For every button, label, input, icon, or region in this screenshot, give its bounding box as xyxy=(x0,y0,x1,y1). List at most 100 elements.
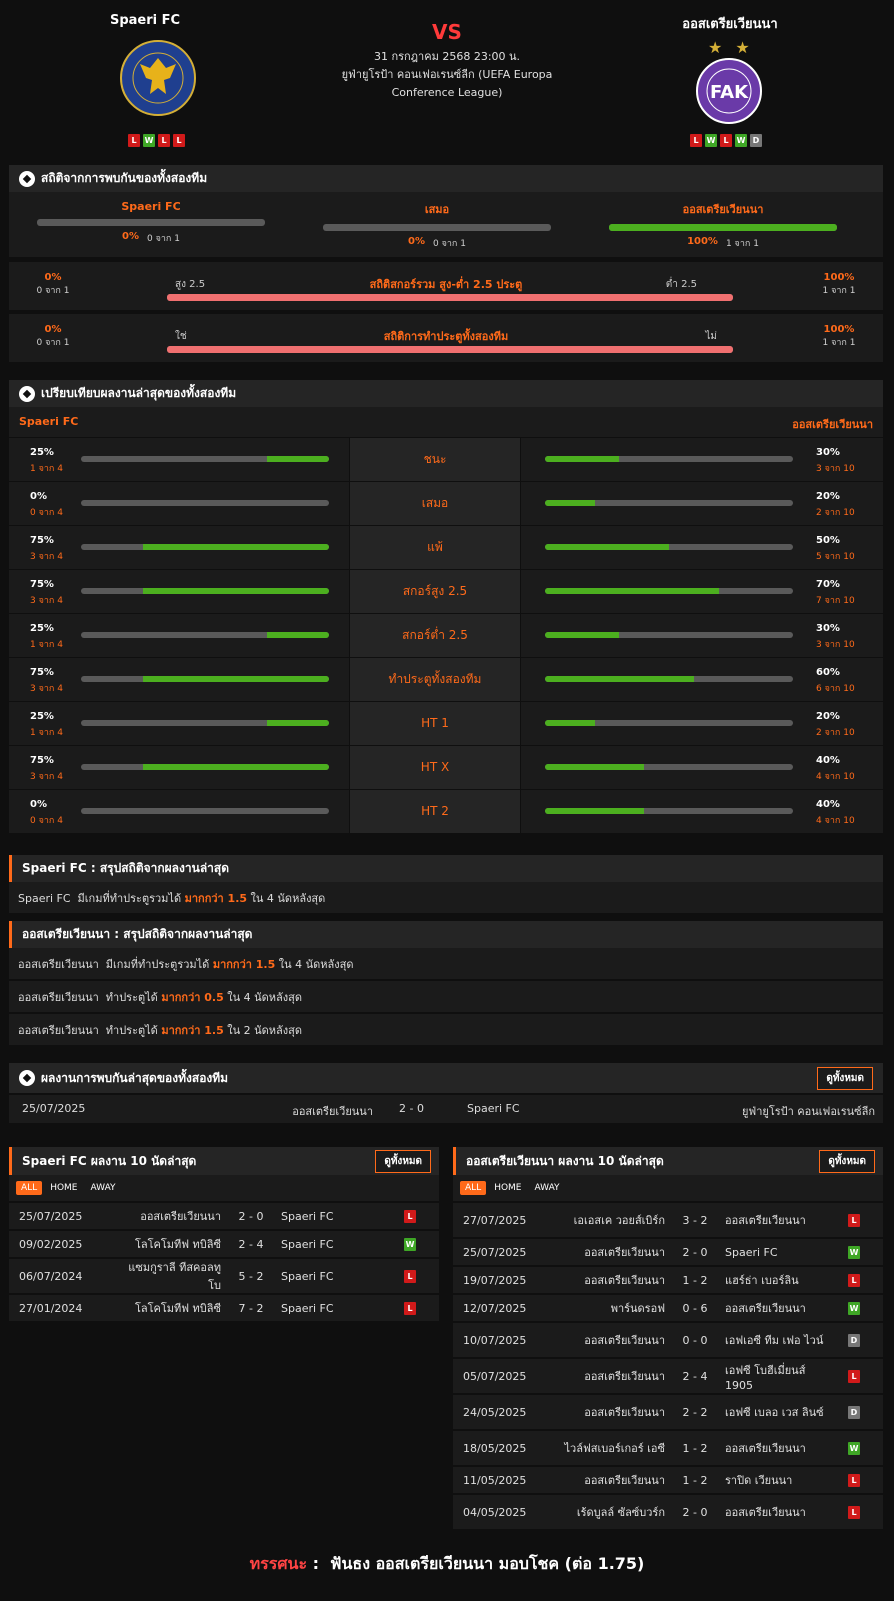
match-away-team[interactable]: Spaeri FC xyxy=(725,1246,835,1259)
match-competition[interactable]: ยูฟ่ายูโรป้า คอนเฟอเรนซ์ลีก (UEFA Europa… xyxy=(335,66,559,102)
compare-away-count: 4 จาก 10 xyxy=(816,816,855,826)
match-row[interactable]: 06/07/2024 แซมกูราลี ทีสคอลทูโบ 5 - 2 Spaer… xyxy=(9,1257,439,1293)
match-away-team[interactable]: Spaeri FC xyxy=(281,1270,391,1283)
compare-home-count: 3 จาก 4 xyxy=(30,596,63,606)
match-home-team[interactable]: เอเอสเค วอยส์เบิร์ก xyxy=(561,1211,665,1229)
match-home-team[interactable]: เร้ดบูลล์ ซัลซ์บวร์ก xyxy=(561,1503,665,1521)
away-team-logo[interactable]: FAK xyxy=(696,58,762,124)
match-date: 18/05/2025 xyxy=(463,1441,527,1455)
match-home-team[interactable]: ออสเตรียเวียนนา xyxy=(561,1471,665,1489)
h2h-away-count: 1 จาก 1 xyxy=(725,239,759,249)
compare-row: 0% 0 จาก 4 เสมอ 20% 2 จาก 10 xyxy=(9,481,883,525)
away-form-badges: LWLWD xyxy=(690,134,762,147)
summary-text-end: ใน 4 นัดหลังสุด xyxy=(223,990,303,1004)
match-row[interactable]: 09/02/2025 โลโคโมทีฟ ทบิลิซี 2 - 4 Spaeri F… xyxy=(9,1229,439,1257)
compare-away-bar-fill xyxy=(545,720,595,726)
home-summary-header: Spaeri FC : สรุปสถิติจากผลงานล่าสุด xyxy=(9,855,883,882)
match-row[interactable]: 27/01/2024 โลโคโมทีฟ ทบิลิซี 7 - 2 Spaeri F… xyxy=(9,1293,439,1321)
h2h-result-row[interactable]: 25/07/2025 ออสเตรียเวียนนา 2 - 0 Spaeri FC ย… xyxy=(9,1095,883,1123)
result-badge-l: L xyxy=(128,134,140,147)
match-row[interactable]: 27/07/2025 เอเอสเค วอยส์เบิร์ก 3 - 2 ออสเตร… xyxy=(453,1201,883,1237)
match-away-team[interactable]: Spaeri FC xyxy=(281,1238,391,1251)
match-away-team[interactable]: แฮร์ธ่า เบอร์ลิน xyxy=(725,1271,835,1289)
match-row[interactable]: 19/07/2025 ออสเตรียเวียนนา 1 - 2 แฮร์ธ่า เบ… xyxy=(453,1265,883,1293)
h2h-result-away[interactable]: Spaeri FC xyxy=(467,1102,520,1115)
match-away-team[interactable]: Spaeri FC xyxy=(281,1302,391,1315)
match-away-team[interactable]: เอฟซี โบฮีเมี่ยนส์ 1905 xyxy=(725,1361,835,1392)
tab-home[interactable]: HOME xyxy=(45,1181,82,1195)
match-home-team[interactable]: ออสเตรียเวียนนา xyxy=(561,1271,665,1289)
soccer-ball-icon xyxy=(19,385,35,402)
home-last10-header: Spaeri FC ผลงาน 10 นัดล่าสุด ดูทั้งหมด xyxy=(9,1147,439,1175)
match-home-team[interactable]: แซมกูราลี ทีสคอลทูโบ xyxy=(117,1258,221,1294)
match-score: 2 - 0 xyxy=(682,1245,708,1259)
compare-home-bar-fill xyxy=(143,764,329,770)
away-team-name[interactable]: ออสเตรียเวียนนา xyxy=(630,13,830,34)
match-row[interactable]: 24/05/2025 ออสเตรียเวียนนา 2 - 2 เอฟซี เบลอ… xyxy=(453,1393,883,1429)
compare-home-bar xyxy=(81,764,329,770)
compare-away-count: 7 จาก 10 xyxy=(816,596,855,606)
tab-all[interactable]: ALL xyxy=(460,1181,487,1195)
compare-home-bar xyxy=(81,632,329,638)
match-date: 05/07/2025 xyxy=(463,1369,527,1383)
match-home-team[interactable]: โลโคโมทีฟ ทบิลิซี xyxy=(117,1235,221,1253)
tab-home[interactable]: HOME xyxy=(489,1181,526,1195)
match-away-team[interactable]: ออสเตรียเวียนนา xyxy=(725,1503,835,1521)
btts-bar-fill xyxy=(167,346,733,353)
match-away-team[interactable]: ออสเตรียเวียนนา xyxy=(725,1439,835,1457)
compare-away-bar-fill xyxy=(545,808,645,814)
under-pct: 100% xyxy=(823,272,855,283)
match-row[interactable]: 10/07/2025 ออสเตรียเวียนนา 0 - 0 เอฟเอซี ที… xyxy=(453,1321,883,1357)
tab-away[interactable]: AWAY xyxy=(86,1181,121,1195)
h2h-stats-section: สถิติจากการพบกันของทั้งสองทีม Spaeri FC 0… xyxy=(9,165,883,257)
match-row[interactable]: 11/05/2025 ออสเตรียเวียนนา 1 - 2 ราปิด เวีย… xyxy=(453,1465,883,1493)
match-away-team[interactable]: เอฟซี เบลอ เวส ลินซ์ xyxy=(725,1403,835,1421)
match-date: 25/07/2025 xyxy=(463,1245,527,1259)
match-row[interactable]: 05/07/2025 ออสเตรียเวียนนา 2 - 4 เอฟซี โบฮี… xyxy=(453,1357,883,1393)
match-away-team[interactable]: ออสเตรียเวียนนา xyxy=(725,1211,835,1229)
match-home-team[interactable]: ออสเตรียเวียนนา xyxy=(561,1367,665,1385)
match-away-team[interactable]: Spaeri FC xyxy=(281,1210,391,1223)
match-row[interactable]: 25/07/2025 ออสเตรียเวียนนา 2 - 0 Spaeri FC W xyxy=(453,1237,883,1265)
compare-home-cell: 75% 3 จาก 4 xyxy=(9,658,349,701)
h2h-result-home[interactable]: ออสเตรียเวียนนา xyxy=(292,1102,373,1120)
home-last10-view-all-button[interactable]: ดูทั้งหมด xyxy=(375,1150,431,1173)
tab-away[interactable]: AWAY xyxy=(530,1181,565,1195)
h2h-col-home: Spaeri FC 0% 0 จาก 1 xyxy=(37,200,265,245)
match-away-team[interactable]: ออสเตรียเวียนนา xyxy=(725,1299,835,1317)
match-date: 10/07/2025 xyxy=(463,1333,527,1347)
compare-home-bar-fill xyxy=(143,676,329,682)
compare-home-bar xyxy=(81,588,329,594)
match-away-team[interactable]: เอฟเอซี ทีม เฟอ ไวน์ xyxy=(725,1331,835,1349)
over-under-section: 0% 0 จาก 1 สูง 2.5 สถิติสกอร์รวม สูง-ต่ำ… xyxy=(9,262,883,310)
compare-home-bar xyxy=(81,676,329,682)
match-row[interactable]: 04/05/2025 เร้ดบูลล์ ซัลซ์บวร์ก 2 - 0 ออสเต… xyxy=(453,1493,883,1529)
h2h-view-all-button[interactable]: ดูทั้งหมด xyxy=(817,1067,873,1090)
tab-all[interactable]: ALL xyxy=(16,1181,43,1195)
home-team-logo[interactable] xyxy=(120,40,196,116)
compare-metric-label: สกอร์ต่ำ 2.5 xyxy=(350,614,520,657)
match-away-team[interactable]: ราปิด เวียนนา xyxy=(725,1471,835,1489)
match-home-team[interactable]: ออสเตรียเวียนนา xyxy=(117,1207,221,1225)
match-home-team[interactable]: ออสเตรียเวียนนา xyxy=(561,1243,665,1261)
match-home-team[interactable]: ไวล์ฟสเบอร์เกอร์ เอซี xyxy=(561,1439,665,1457)
match-row[interactable]: 18/05/2025 ไวล์ฟสเบอร์เกอร์ เอซี 1 - 2 ออสเ… xyxy=(453,1429,883,1465)
match-home-team[interactable]: พาร์นดรอฟ xyxy=(561,1299,665,1317)
match-score: 3 - 2 xyxy=(682,1213,708,1227)
match-row[interactable]: 25/07/2025 ออสเตรียเวียนนา 2 - 0 Spaeri FC L xyxy=(9,1201,439,1229)
h2h-home-pct: 0% xyxy=(122,231,140,242)
h2h-col-away: ออสเตรียเวียนนา 100% 1 จาก 1 xyxy=(609,200,837,250)
match-home-team[interactable]: ออสเตรียเวียนนา xyxy=(561,1331,665,1349)
summary-line: ออสเตรียเวียนนา มีเกมที่ทำประตูรวมได้ มา… xyxy=(9,948,883,979)
result-badge-w: W xyxy=(705,134,717,147)
match-date: 27/01/2024 xyxy=(19,1301,83,1315)
result-badge-d: D xyxy=(848,1405,860,1419)
match-home-team[interactable]: โลโคโมทีฟ ทบิลิซี xyxy=(117,1299,221,1317)
away-last10-view-all-button[interactable]: ดูทั้งหมด xyxy=(819,1150,875,1173)
match-home-team[interactable]: ออสเตรียเวียนนา xyxy=(561,1403,665,1421)
summary-text-end: ใน 4 นัดหลังสุด xyxy=(275,957,354,971)
match-row[interactable]: 12/07/2025 พาร์นดรอฟ 0 - 6 ออสเตรียเวียนนา W xyxy=(453,1293,883,1321)
summary-text: ออสเตรียเวียนนา ทำประตูได้ xyxy=(18,990,162,1004)
home-summary-title: Spaeri FC : สรุปสถิติจากผลงานล่าสุด xyxy=(22,861,230,875)
summary-text: ออสเตรียเวียนนา ทำประตูได้ xyxy=(18,1023,162,1037)
